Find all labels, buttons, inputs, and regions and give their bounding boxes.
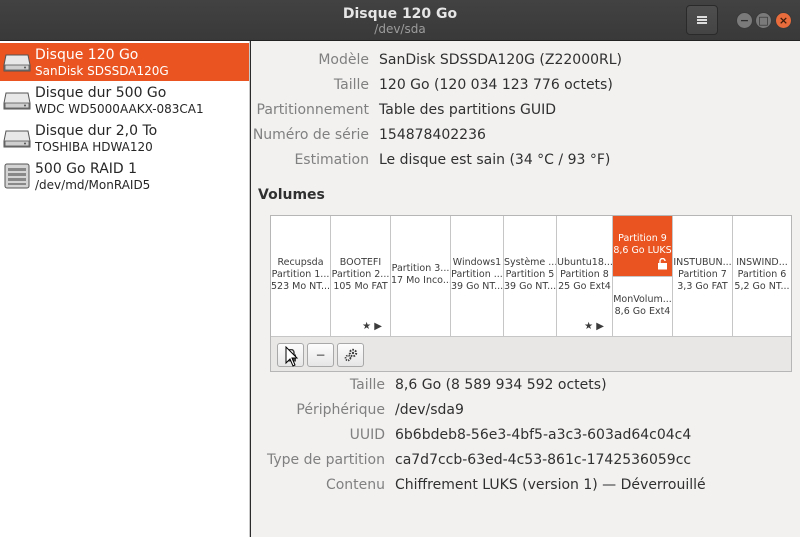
assessment-value: Le disque est sain (34 °C / 93 °F) bbox=[379, 152, 611, 168]
drive-item-disk-500[interactable]: Disque dur 500 Go WDC WD5000AAKX-083CA1 bbox=[0, 81, 249, 119]
partitioning-label: Partitionnement bbox=[256, 102, 369, 118]
partitioning-value: Table des partitions GUID bbox=[379, 102, 557, 118]
star-arrow-icon: ★ ▶ bbox=[584, 321, 604, 332]
segment-label: Partition 8 bbox=[560, 269, 609, 280]
contents-value: Chiffrement LUKS (version 1) — Déverroui… bbox=[395, 477, 706, 493]
uuid-label: UUID bbox=[349, 427, 385, 443]
raid-array-icon bbox=[4, 163, 30, 189]
window-title: Disque 120 Go bbox=[342, 6, 458, 22]
drive-name: Disque 120 Go bbox=[35, 47, 139, 63]
segment-label: 8,6 Go LUKS bbox=[613, 245, 672, 256]
app-menu-button[interactable] bbox=[686, 5, 718, 35]
partition-segment[interactable]: BOOTEFI Partition 2... 105 Mo FAT ★ ▶ bbox=[331, 216, 391, 336]
gears-icon bbox=[344, 348, 357, 362]
partition-settings-button[interactable] bbox=[337, 343, 364, 367]
segment-label: 25 Go Ext4 bbox=[558, 281, 611, 292]
partition-segment[interactable]: Ubuntu18... Partition 8 25 Go Ext4 ★ ▶ bbox=[557, 216, 613, 336]
hard-disk-icon bbox=[3, 54, 31, 72]
segment-label: 17 Mo Inco... bbox=[391, 275, 450, 286]
window-subtitle: /dev/sda bbox=[374, 22, 426, 36]
segment-label: Partition 9 bbox=[618, 233, 667, 244]
drive-model: SanDisk SDSSDA120G bbox=[35, 64, 169, 78]
partition-type-value: ca7d7ccb-63ed-4c53-861c-1742536059cc bbox=[395, 452, 692, 468]
partition-segment[interactable]: INSWIND... Partition 6 5,2 Go NT... bbox=[733, 216, 791, 336]
partition-size-label: Taille bbox=[349, 377, 385, 393]
disk-details-panel: Modèle SanDisk SDSSDA120G (Z22000RL) Tai… bbox=[251, 41, 800, 537]
segment-label: Système ... bbox=[504, 257, 556, 268]
partition-segment-selected[interactable]: Partition 9 8,6 Go LUKS MonVolum... 8,6 … bbox=[613, 216, 673, 336]
drive-model: TOSHIBA HDWA120 bbox=[35, 140, 153, 154]
partition-segment[interactable]: Système ... Partition 5 39 Go NT... bbox=[504, 216, 557, 336]
uuid-value: 6b6bdeb8-56e3-4bf5-a3c3-603ad64c04c4 bbox=[395, 427, 692, 443]
model-value: SanDisk SDSSDA120G (Z22000RL) bbox=[379, 52, 623, 68]
segment-label: 8,6 Go Ext4 bbox=[614, 306, 671, 317]
segment-label: Partition ... bbox=[451, 269, 503, 280]
segment-label: BOOTEFI bbox=[339, 257, 382, 268]
device-value: /dev/sda9 bbox=[395, 402, 464, 418]
segment-label: Partition 7 bbox=[678, 269, 727, 280]
segment-label: 5,2 Go NT... bbox=[734, 281, 790, 292]
size-value: 120 Go (120 034 123 776 octets) bbox=[379, 77, 613, 93]
partition-size-value: 8,6 Go (8 589 934 592 octets) bbox=[395, 377, 607, 393]
assessment-label: Estimation bbox=[294, 152, 369, 168]
hamburger-menu-icon bbox=[697, 16, 707, 24]
title-bar: Disque 120 Go /dev/sda − □ × bbox=[0, 0, 800, 41]
segment-label: Partition 6 bbox=[737, 269, 787, 280]
partition-type-label: Type de partition bbox=[267, 452, 385, 468]
segment-label: 39 Go NT... bbox=[451, 281, 503, 292]
segment-label: 523 Mo NT... bbox=[271, 281, 330, 292]
drive-item-disk-120[interactable]: Disque 120 Go SanDisk SDSSDA120G bbox=[0, 43, 249, 81]
drive-item-disk-2to[interactable]: Disque dur 2,0 To TOSHIBA HDWA120 bbox=[0, 119, 249, 157]
model-label: Modèle bbox=[318, 52, 369, 68]
volumes-heading: Volumes bbox=[258, 187, 325, 203]
drive-model: WDC WD5000AAKX-083CA1 bbox=[35, 102, 204, 116]
segment-label: Recupsda bbox=[277, 257, 324, 268]
segment-label: INSTUBUN... bbox=[673, 257, 732, 268]
segment-label: 39 Go NT... bbox=[504, 281, 556, 292]
volume-toolbar: − bbox=[271, 336, 791, 371]
segment-label: 3,3 Go FAT bbox=[677, 281, 728, 292]
segment-label: Windows1 bbox=[452, 257, 502, 268]
drive-name: 500 Go RAID 1 bbox=[35, 161, 138, 177]
maximize-button[interactable]: □ bbox=[755, 12, 772, 29]
segment-label: Ubuntu18... bbox=[557, 257, 612, 268]
close-button[interactable]: × bbox=[775, 12, 792, 29]
delete-partition-button[interactable]: − bbox=[307, 343, 334, 367]
drive-item-raid[interactable]: 500 Go RAID 1 /dev/md/MonRAID5 bbox=[0, 157, 249, 195]
volume-map: Recupsda Partition 1... 523 Mo NT... BOO… bbox=[270, 215, 792, 372]
segment-label: Partition 5 bbox=[505, 269, 555, 280]
partition-segment[interactable]: Windows1 Partition ... 39 Go NT... bbox=[451, 216, 504, 336]
device-label: Périphérique bbox=[296, 402, 385, 418]
unlocked-padlock-icon bbox=[658, 258, 667, 270]
partition-segment[interactable]: Partition 3... 17 Mo Inco... bbox=[391, 216, 451, 336]
drive-name: Disque dur 500 Go bbox=[35, 85, 167, 101]
partition-segment[interactable]: Recupsda Partition 1... 523 Mo NT... bbox=[271, 216, 331, 336]
segment-label: MonVolum... bbox=[613, 294, 672, 305]
size-label: Taille bbox=[333, 77, 369, 93]
segment-label: INSWIND... bbox=[736, 257, 788, 268]
serial-label: Numéro de série bbox=[252, 127, 369, 143]
segment-label: 105 Mo FAT bbox=[333, 281, 388, 292]
segment-label: Partition 2... bbox=[331, 269, 390, 280]
mouse-pointer-icon bbox=[285, 346, 299, 367]
contents-label: Contenu bbox=[325, 477, 385, 493]
star-arrow-icon: ★ ▶ bbox=[362, 321, 382, 332]
minimize-button[interactable]: − bbox=[736, 12, 753, 29]
serial-value: 154878402236 bbox=[379, 127, 486, 143]
hard-disk-icon bbox=[3, 130, 31, 148]
segment-label: Partition 1... bbox=[271, 269, 330, 280]
drive-name: Disque dur 2,0 To bbox=[35, 123, 158, 139]
drive-model: /dev/md/MonRAID5 bbox=[35, 178, 151, 192]
drive-list: Disque 120 Go SanDisk SDSSDA120G Disque … bbox=[0, 41, 250, 537]
unlocked-volume-segment[interactable]: MonVolum... 8,6 Go Ext4 bbox=[613, 276, 672, 336]
partition-segment[interactable]: INSTUBUN... Partition 7 3,3 Go FAT bbox=[673, 216, 733, 336]
segment-label: Partition 3... bbox=[391, 263, 450, 274]
hard-disk-icon bbox=[3, 92, 31, 110]
